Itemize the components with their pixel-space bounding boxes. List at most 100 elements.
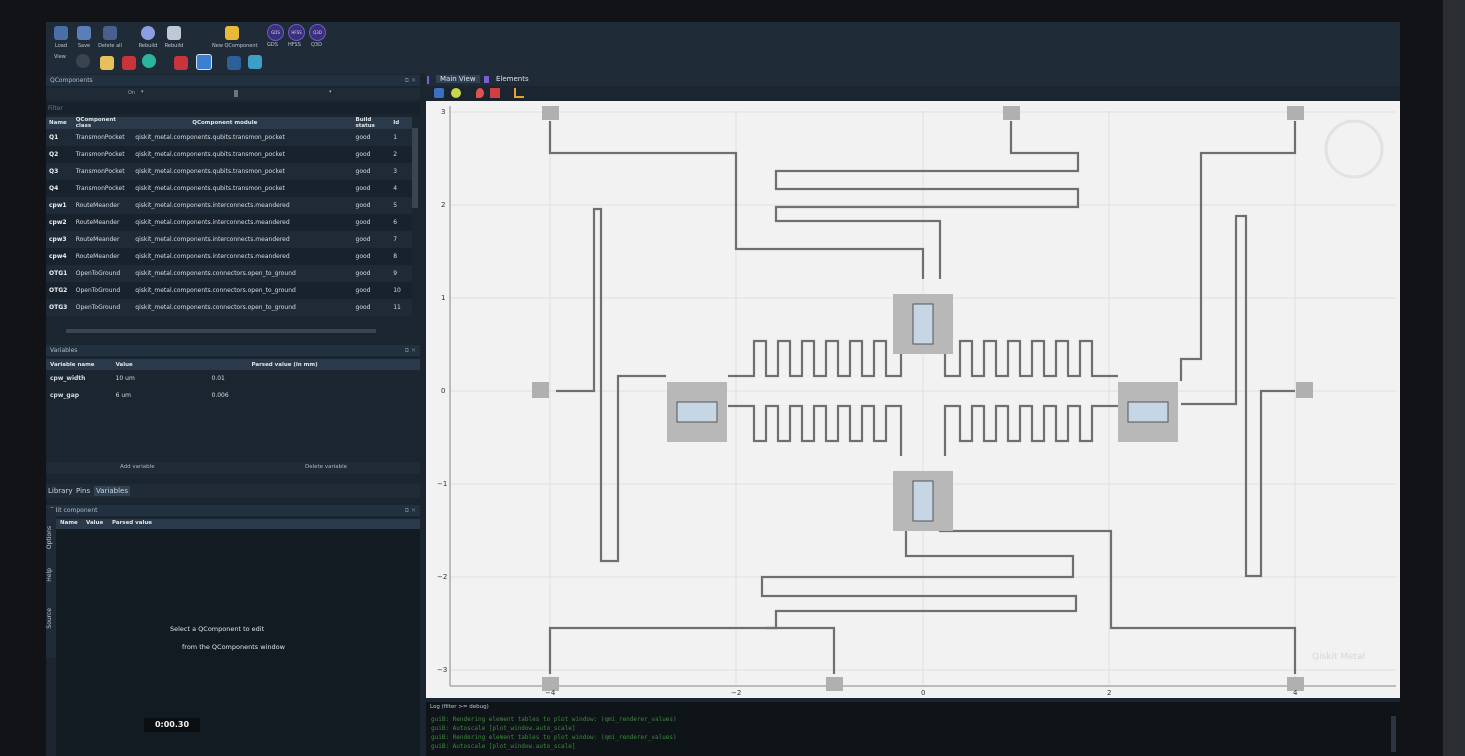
- cell-status: good: [352, 231, 391, 248]
- cell-name: OTG3: [46, 299, 73, 316]
- close-icon[interactable]: ⧉ ✕: [405, 345, 416, 356]
- table-row[interactable]: OTG2 OpenToGround qiskit_metal.components.…: [46, 282, 412, 299]
- rebuild-button[interactable]: Rebuild: [135, 24, 161, 49]
- qcomponents-panel-header: QComponents ⧉ ✕: [46, 75, 420, 86]
- new-qcomponent-button[interactable]: New QComponent: [212, 24, 257, 49]
- col-header-value[interactable]: Value: [86, 520, 103, 526]
- toggle-view-icon[interactable]: [76, 54, 90, 68]
- close-icon[interactable]: ⧉ ✕: [405, 505, 416, 516]
- cell-variable-name[interactable]: cpw_width: [46, 370, 112, 387]
- window-layout-icon[interactable]: [196, 54, 212, 70]
- hfss-button[interactable]: HFSS: [288, 24, 305, 41]
- view-label: View: [54, 54, 66, 60]
- table-row[interactable]: cpw_gap 6 um 0.006: [46, 387, 420, 404]
- cell-variable-name[interactable]: cpw_gap: [46, 387, 112, 404]
- cell-class: TransmonPocket: [72, 163, 133, 180]
- qcomponents-filter-input[interactable]: [46, 102, 420, 114]
- rebuild-all-button[interactable]: Rebuild: [161, 24, 187, 49]
- col-header-id[interactable]: Id: [390, 117, 412, 129]
- side-tab-source[interactable]: Source: [46, 608, 53, 629]
- tab-elements[interactable]: Elements: [492, 75, 533, 83]
- zoom-icon[interactable]: [434, 88, 444, 98]
- table-scrollbar[interactable]: [412, 128, 418, 208]
- cell-id: 1: [390, 129, 412, 146]
- ruler-icon[interactable]: [514, 88, 524, 98]
- clear-icon[interactable]: [490, 88, 500, 98]
- q3d-button[interactable]: Q3D: [309, 24, 326, 41]
- save-button[interactable]: Save: [71, 24, 97, 49]
- pointer-icon[interactable]: [227, 56, 241, 70]
- table-row[interactable]: cpw2 RouteMeander qiskit_metal.components.…: [46, 214, 412, 231]
- col-header-parsed-value[interactable]: Parsed value (in mm): [211, 359, 420, 370]
- table-row[interactable]: cpw3 RouteMeander qiskit_metal.components.…: [46, 231, 412, 248]
- cell-value[interactable]: 10 um: [112, 370, 212, 387]
- col-header-name[interactable]: Name: [60, 520, 78, 526]
- col-header-class[interactable]: QComponent class: [72, 117, 133, 129]
- cell-value[interactable]: 6 um: [112, 387, 212, 404]
- y-tick-label: −2: [437, 573, 447, 581]
- side-tab-help[interactable]: Help: [46, 568, 53, 582]
- cell-name: OTG2: [46, 282, 73, 299]
- table-row[interactable]: Q1 TransmonPocket qiskit_metal.components.…: [46, 129, 412, 146]
- side-tab-options[interactable]: Options: [46, 526, 53, 549]
- gds-button[interactable]: GDS: [267, 24, 284, 41]
- rebuild-all-icon: [167, 26, 181, 40]
- table-row[interactable]: cpw4 RouteMeander qiskit_metal.components.…: [46, 248, 412, 265]
- col-header-variable-name[interactable]: Variable name: [46, 359, 112, 370]
- edit-side-tabs: Source Help Options: [46, 508, 56, 658]
- edit-message-line2: from the QComponents window: [182, 643, 285, 651]
- qiskit-logo-icon: [1324, 119, 1384, 179]
- log-line: guiB: Rendering element tables to plot w…: [431, 734, 677, 741]
- y-tick-label: 0: [441, 387, 445, 395]
- col-header-module[interactable]: QComponent module: [132, 117, 353, 129]
- cell-parsed-value[interactable]: 0.01: [212, 370, 421, 387]
- table-row[interactable]: Q2 TransmonPocket qiskit_metal.components.…: [46, 146, 412, 163]
- col-header-parsed-value[interactable]: Parsed value: [112, 520, 152, 526]
- chip-layout-plot: 3 2 1 0 −1 −2 −3 −4 −2 0 2 4 Qiskit Meta…: [437, 106, 1396, 697]
- bug-icon[interactable]: [122, 56, 136, 70]
- cell-parsed-value[interactable]: 0.006: [212, 387, 421, 404]
- cell-class: TransmonPocket: [72, 146, 133, 163]
- tab-main-view[interactable]: Main View: [436, 75, 480, 83]
- col-header-status[interactable]: Build status: [352, 117, 391, 129]
- location-icon[interactable]: [476, 88, 484, 98]
- table-row[interactable]: Q3 TransmonPocket qiskit_metal.components.…: [46, 163, 412, 180]
- like-icon[interactable]: [100, 56, 114, 70]
- q3d-label: Q3D: [311, 42, 322, 48]
- table-horizontal-scrollbar[interactable]: [66, 329, 376, 333]
- screenshot-icon[interactable]: [248, 55, 262, 69]
- table-row[interactable]: Q4 TransmonPocket qiskit_metal.components.…: [46, 180, 412, 197]
- log-scrollbar[interactable]: [1391, 716, 1396, 752]
- close-icon[interactable]: ⧉ ✕: [405, 75, 416, 86]
- cell-id: 2: [390, 146, 412, 163]
- col-header-name[interactable]: Name: [46, 117, 73, 129]
- cell-class: OpenToGround: [72, 265, 133, 282]
- cell-module: qiskit_metal.components.interconnects.me…: [132, 197, 353, 214]
- cell-module: qiskit_metal.components.connectors.open_…: [132, 299, 353, 316]
- python-console-icon[interactable]: [142, 54, 156, 68]
- dropdown-arrow-icon[interactable]: ▾: [329, 89, 332, 95]
- x-tick-label: 2: [1107, 689, 1111, 697]
- cell-class: RouteMeander: [72, 214, 133, 231]
- tab-pins[interactable]: Pins: [74, 486, 92, 496]
- record-icon[interactable]: [174, 56, 188, 70]
- delete-all-button[interactable]: Delete all: [97, 24, 123, 49]
- add-variable-button[interactable]: Add variable: [120, 464, 155, 470]
- main-view-canvas[interactable]: 3 2 1 0 −1 −2 −3 −4 −2 0 2 4 Qiskit Meta…: [426, 101, 1400, 698]
- filter-toggle[interactable]: On: [128, 90, 135, 96]
- table-row[interactable]: cpw1 RouteMeander qiskit_metal.components.…: [46, 197, 412, 214]
- tab-variables[interactable]: Variables: [94, 486, 130, 496]
- table-row[interactable]: OTG3 OpenToGround qiskit_metal.components.…: [46, 299, 412, 316]
- y-tick-label: −1: [437, 480, 447, 488]
- table-row[interactable]: OTG1 OpenToGround qiskit_metal.components.…: [46, 265, 412, 282]
- col-header-value[interactable]: Value: [111, 359, 212, 370]
- plot-tabs: Main View Elements: [426, 74, 1400, 86]
- edit-component-title: Edit component: [50, 507, 98, 514]
- table-row[interactable]: cpw_width 10 um 0.01: [46, 370, 420, 387]
- pan-icon[interactable]: [451, 88, 461, 98]
- elements-icon: [484, 76, 489, 83]
- cell-name: Q2: [46, 146, 73, 163]
- tab-library[interactable]: Library: [46, 486, 74, 496]
- delete-variable-button[interactable]: Delete variable: [305, 464, 347, 470]
- cell-status: good: [352, 129, 391, 146]
